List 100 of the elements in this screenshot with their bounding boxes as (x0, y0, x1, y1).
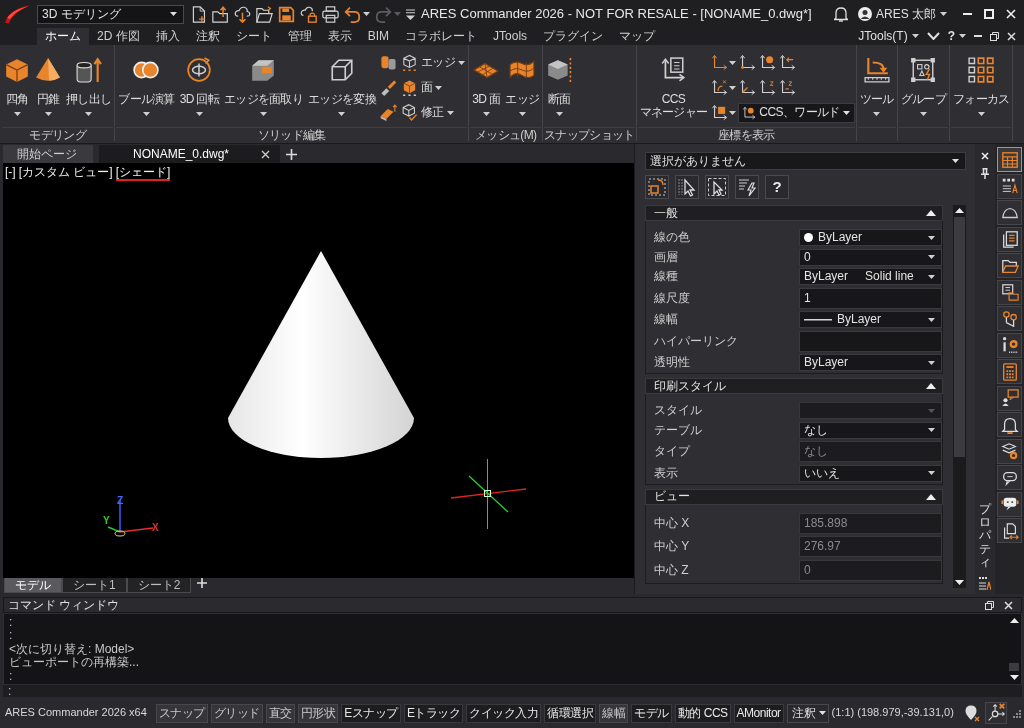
user-menu[interactable]: ARES 太郎 (876, 6, 936, 22)
caret-icon[interactable] (959, 34, 966, 39)
cursor-icon[interactable] (675, 175, 699, 199)
status-toggle[interactable]: スナップ (155, 703, 208, 723)
collapse-arrow-icon[interactable] (926, 210, 936, 216)
ribbon-button[interactable]: 四角 (2, 45, 32, 127)
property-dropdown[interactable]: ByLayer Solid line (799, 268, 942, 285)
folder-arrow-icon[interactable] (212, 5, 229, 23)
ribbon-button[interactable]: エッジを面取り (221, 45, 305, 127)
layout-tab[interactable]: モデル (4, 578, 62, 593)
ribbon-tab[interactable]: プラグイン (535, 28, 612, 45)
chevron-down-icon[interactable] (926, 32, 940, 41)
printer-icon[interactable] (322, 5, 339, 23)
side-panel-tab[interactable] (997, 518, 1022, 543)
axes-icon[interactable] (759, 79, 777, 96)
ribbon-tab[interactable]: 挿入 (147, 28, 188, 45)
ribbon-button[interactable]: 断面 (544, 45, 575, 127)
ribbon-tab[interactable]: コラボレート (397, 28, 486, 45)
ribbon-button[interactable]: ツール (857, 45, 896, 127)
undo-arrow-icon[interactable] (344, 5, 361, 23)
status-toggle[interactable]: 直交 (265, 703, 295, 723)
scroll-up-icon[interactable] (955, 208, 964, 213)
lines-bolt-icon[interactable] (735, 175, 759, 199)
brush-icon[interactable] (379, 79, 397, 96)
minimize-icon[interactable] (974, 35, 982, 38)
ribbon-tab[interactable]: 管理 (279, 28, 320, 45)
location-pin-icon[interactable] (965, 704, 980, 722)
side-panel-tab[interactable] (997, 200, 1022, 225)
property-dropdown[interactable]: ByLayer (799, 311, 942, 328)
ribbon-button[interactable]: フォーカス (950, 45, 1012, 127)
caret-icon[interactable] (940, 12, 947, 16)
menu-dropdown[interactable]: JTools(T) (858, 29, 908, 44)
ribbon-tab[interactable]: JTools (485, 28, 536, 45)
ccs-dropdown[interactable]: CCS、ワールド (738, 102, 855, 123)
ribbon-tab[interactable]: 2D 作図 (89, 28, 148, 45)
eraser-icon[interactable] (379, 104, 397, 121)
status-toggle[interactable]: Eスナップ (341, 703, 401, 723)
caret-icon[interactable] (729, 60, 737, 65)
layout-tab[interactable]: シート2 (126, 578, 192, 593)
status-toggle[interactable]: 動的 CCS (674, 703, 731, 723)
ribbon-tab[interactable]: マップ (611, 28, 664, 45)
side-panel-tab[interactable] (997, 253, 1022, 278)
axes-icon[interactable] (739, 54, 757, 71)
ribbon-button[interactable]: エッジを変換 (306, 45, 378, 127)
section-header[interactable]: ビュー (645, 488, 943, 505)
side-panel-tab[interactable] (997, 226, 1022, 252)
ribbon-button[interactable]: グループ (898, 45, 948, 127)
property-dropdown[interactable]: ByLayer (799, 354, 942, 371)
ribbon-tab[interactable]: ホーム (37, 28, 89, 45)
ribbon-button[interactable]: エッジ (398, 54, 468, 71)
scroll-thumb[interactable] (1009, 663, 1019, 671)
dashed-square-icon[interactable] (645, 175, 669, 199)
status-toggle[interactable]: 循環選択 (544, 703, 597, 723)
caret-icon[interactable] (729, 110, 737, 115)
close-icon[interactable] (261, 149, 271, 159)
property-dropdown[interactable]: いいえ (799, 464, 942, 482)
selection-dropdown[interactable]: 選択がありません (645, 152, 966, 170)
axes-square-icon[interactable] (711, 104, 729, 121)
caret-icon[interactable] (729, 85, 737, 90)
scroll-up-icon[interactable] (1009, 618, 1019, 623)
workspace-dropdown[interactable]: 3D モデリング (37, 4, 184, 24)
help-button[interactable]: ? (947, 29, 955, 44)
caret-icon[interactable] (911, 34, 919, 39)
ribbon-button[interactable]: エッジ (503, 45, 542, 127)
section-header[interactable]: 一般 (645, 205, 943, 221)
collapse-arrow-icon[interactable] (926, 383, 936, 389)
resize-grip-icon[interactable] (1012, 708, 1021, 718)
scroll-down-icon[interactable] (1009, 675, 1019, 680)
new-file-icon[interactable] (190, 5, 207, 23)
cloud-lock-icon[interactable] (300, 5, 317, 23)
restore-icon[interactable] (985, 600, 994, 610)
command-input[interactable]: : (3, 685, 1022, 697)
ribbon-button[interactable]: 円錐 (33, 45, 63, 127)
ribbon-tab[interactable]: 注釈 (187, 28, 228, 45)
ribbon-tab[interactable]: 表示 (319, 28, 360, 45)
side-panel-tab[interactable] (997, 491, 1022, 517)
ribbon-button[interactable]: 3D 回転 (177, 45, 221, 127)
ribbon-button[interactable]: 押し出し (64, 45, 114, 127)
status-toggle[interactable]: クイック入力 (466, 703, 542, 723)
side-panel-tab[interactable] (997, 332, 1022, 358)
property-dropdown[interactable]: 0 (799, 248, 942, 266)
pin-icon[interactable] (981, 168, 989, 179)
maximize-icon[interactable] (984, 9, 994, 19)
axes-arrows-icon[interactable] (985, 702, 1007, 724)
side-panel-tab[interactable] (997, 412, 1022, 437)
restore-icon[interactable] (990, 32, 999, 41)
swoosh-logo-icon[interactable] (4, 4, 32, 24)
scroll-down-icon[interactable] (955, 580, 964, 585)
ribbon-tab[interactable]: BIM (359, 28, 398, 45)
axes-icon[interactable] (711, 54, 729, 71)
ribbon-button[interactable]: 面 (398, 79, 445, 96)
axes-icon[interactable] (739, 79, 757, 96)
annotation-dropdown[interactable]: 注釈 (786, 703, 829, 723)
status-toggle[interactable]: 線幅 (599, 703, 629, 723)
axes-rotation-icon[interactable] (711, 79, 729, 96)
axes-globe-icon[interactable] (759, 54, 777, 71)
property-field[interactable] (799, 330, 942, 352)
property-field[interactable]: 1 (799, 287, 942, 309)
collapse-arrow-icon[interactable] (926, 493, 936, 500)
ribbon-button[interactable]: CCS マネージャー (637, 45, 710, 127)
